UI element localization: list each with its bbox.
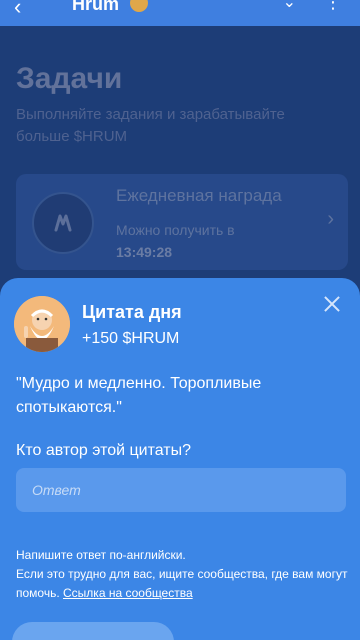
reward-title: Ежедневная награда bbox=[116, 186, 282, 205]
app-title: Hrum bbox=[72, 0, 120, 14]
communities-link[interactable]: Ссылка на сообщества bbox=[63, 586, 193, 600]
reward-time: 13:49:28 bbox=[116, 244, 173, 260]
daily-reward-card[interactable]: Ежедневная награда Можно получить в 13:4… bbox=[16, 174, 348, 270]
hint-line-1: Напишите ответ по-английски. bbox=[16, 548, 186, 562]
quote-of-the-day-sheet: Цитата дня +150 $HRUM "Мудро и медленно.… bbox=[0, 278, 360, 640]
question-label: Кто автор этой цитаты? bbox=[16, 442, 192, 459]
reward-amount: +150 $HRUM bbox=[82, 330, 180, 347]
sheet-title: Цитата дня bbox=[82, 302, 182, 322]
submit-button[interactable] bbox=[12, 622, 174, 640]
hrum-logo-glyph bbox=[54, 214, 72, 232]
reward-subtitle: Можно получить в bbox=[116, 222, 235, 238]
top-bar: ‹ Hrum ⌄ ⋮ bbox=[0, 0, 360, 26]
hrum-logo-icon bbox=[32, 192, 94, 254]
sage-avatar-glyph bbox=[14, 296, 70, 352]
more-icon[interactable]: ⋮ bbox=[324, 0, 342, 13]
chevron-right-icon: › bbox=[327, 208, 334, 230]
sage-avatar-icon bbox=[14, 296, 70, 352]
chevron-down-icon[interactable]: ⌄ bbox=[283, 0, 296, 12]
answer-input[interactable] bbox=[16, 468, 346, 512]
coin-icon bbox=[130, 0, 148, 12]
back-arrow-icon[interactable]: ‹ bbox=[14, 0, 21, 20]
page-subtitle: Выполняйте задания и зарабатывайте больш… bbox=[16, 106, 285, 145]
quote-text: "Мудро и медленно. Торопливые спотыкаютс… bbox=[16, 375, 262, 416]
hint-text: Напишите ответ по-английски. Если это тр… bbox=[16, 546, 348, 603]
page-title: Задачи bbox=[16, 62, 123, 95]
close-icon[interactable] bbox=[318, 290, 346, 318]
